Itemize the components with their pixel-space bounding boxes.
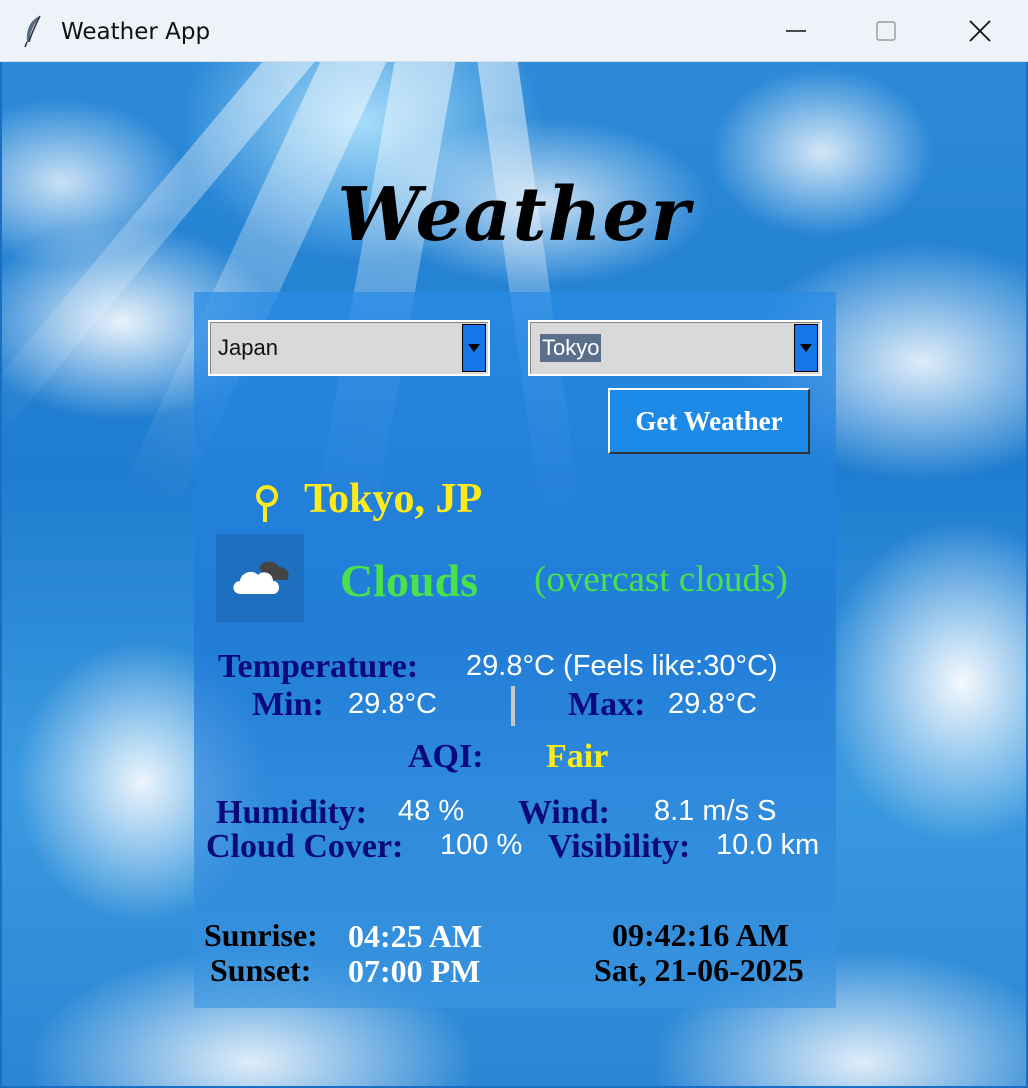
country-input[interactable] [218,333,458,363]
humidity-label: Humidity: [216,794,368,831]
maximize-button[interactable] [840,0,932,62]
visibility-value: 10.0 km [716,829,820,861]
wind-value: 8.1 m/s S [654,795,777,827]
app-heading: Weather [337,172,691,258]
max-value: 29.8°C [668,688,757,720]
feather-icon [24,15,41,48]
title-bar: Weather App [0,0,1028,62]
get-weather-button[interactable]: Get Weather [608,388,810,454]
minimize-icon [786,30,806,32]
temperature-value: 29.8°C (Feels like:30°C) [466,650,778,682]
chevron-down-icon [800,344,812,352]
sunset-label: Sunset: [210,952,312,988]
weather-condition-image [216,534,304,622]
max-label: Max: [568,686,646,723]
window-title: Weather App [61,19,211,45]
aqi-label: AQI: [408,738,484,775]
min-label: Min: [252,686,324,723]
chevron-down-icon [468,344,480,352]
cloud-cover-label: Cloud Cover: [206,828,404,865]
min-max-divider [511,686,515,726]
visibility-label: Visibility: [548,828,691,865]
weather-panel: Tokyo Get Weather Tokyo, JP Clouds (over… [194,292,836,1008]
condition-description: (overcast clouds) [534,559,788,600]
country-combobox[interactable] [208,320,490,376]
condition-text: Clouds [340,555,479,606]
location-text: Tokyo, JP [304,476,483,522]
close-button[interactable] [934,0,1026,62]
maximize-icon [876,21,896,41]
city-input[interactable]: Tokyo [540,334,602,362]
current-date: Sat, 21-06-2025 [594,952,804,988]
min-value: 29.8°C [348,688,437,720]
minimize-button[interactable] [750,0,842,62]
sunset-value: 07:00 PM [348,953,481,989]
cloud-cover-value: 100 % [440,829,523,861]
close-icon [969,20,991,42]
sunrise-value: 04:25 AM [348,918,483,954]
current-time: 09:42:16 AM [612,917,789,953]
sunrise-label: Sunrise: [204,917,318,953]
aqi-value: Fair [546,738,609,775]
humidity-value: 48 % [398,795,465,827]
country-dropdown-button[interactable] [462,324,486,372]
location-pin-icon [256,485,278,522]
wind-label: Wind: [518,794,610,831]
city-combobox[interactable]: Tokyo [528,320,822,376]
city-dropdown-button[interactable] [794,324,818,372]
temperature-label: Temperature: [218,648,419,685]
sky-background: Weather Tokyo Get Weather Tokyo, JP [2,62,1026,1086]
cloud-icon [233,561,289,594]
